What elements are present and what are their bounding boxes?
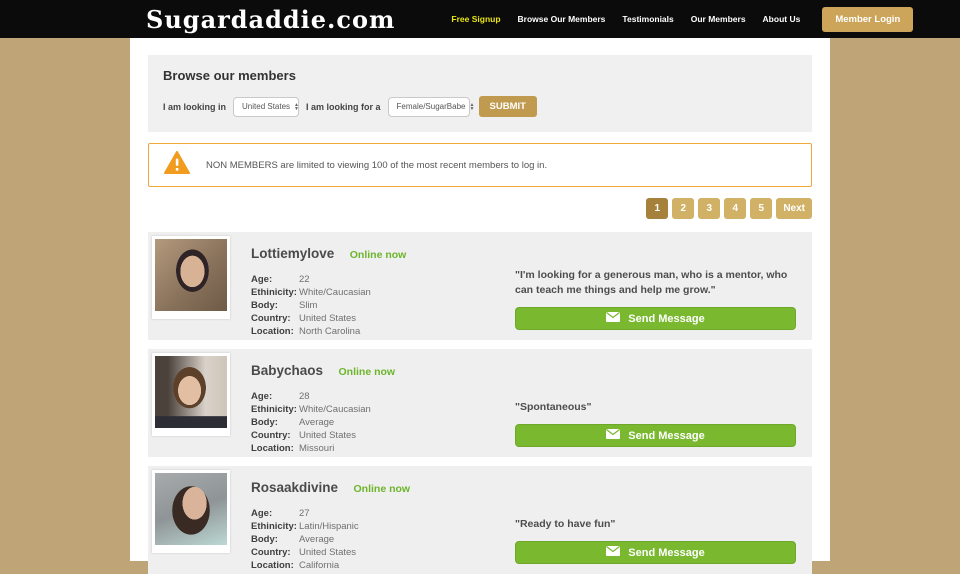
detail-value: United States (299, 429, 356, 442)
next-page-button[interactable]: Next (776, 198, 812, 219)
detail-label: Age: (251, 390, 299, 403)
member-login-button[interactable]: Member Login (822, 7, 913, 32)
detail-label: Age: (251, 507, 299, 520)
online-status: Online now (338, 366, 395, 378)
detail-value: United States (299, 312, 356, 325)
submit-button[interactable]: SUBMIT (479, 96, 537, 117)
page: Sugardaddie.com Free Signup Browse Our M… (0, 0, 960, 561)
page-button-2[interactable]: 2 (672, 198, 694, 219)
nav-browse-our-members[interactable]: Browse Our Members (518, 14, 606, 24)
main-nav: Free Signup Browse Our Members Testimoni… (451, 14, 800, 24)
pagination: 1 2 3 4 5 Next (148, 198, 812, 219)
warning-icon (164, 151, 190, 180)
detail-value: Latin/Hispanic (299, 520, 359, 533)
detail-label: Country: (251, 546, 299, 559)
detail-value: North Carolina (299, 325, 360, 338)
looking-for-label: I am looking for a (306, 102, 381, 112)
detail-value: Average (299, 533, 334, 546)
detail-label: Ethinicity: (251, 520, 299, 533)
member-name[interactable]: Babychaos (251, 363, 323, 378)
member-name[interactable]: Lottiemylove (251, 246, 334, 261)
detail-label: Country: (251, 312, 299, 325)
page-button-1[interactable]: 1 (646, 198, 668, 219)
detail-value: 22 (299, 273, 310, 286)
member-quote: "I'm looking for a generous man, who is … (515, 264, 796, 298)
nav-testimonials[interactable]: Testimonials (622, 14, 673, 24)
detail-value: Slim (299, 299, 317, 312)
main-content: Browse our members I am looking in Unite… (130, 38, 830, 561)
member-photo[interactable] (152, 353, 230, 436)
page-button-4[interactable]: 4 (724, 198, 746, 219)
member-quote: "Spontaneous" (515, 381, 796, 415)
online-status: Online now (350, 249, 407, 261)
detail-label: Ethinicity: (251, 403, 299, 416)
browse-filter-panel: Browse our members I am looking in Unite… (148, 55, 812, 132)
detail-value: White/Caucasian (299, 403, 371, 416)
non-members-notice: NON MEMBERS are limited to viewing 100 o… (148, 143, 812, 187)
select-stepper-icon: ▲▼ (469, 103, 474, 111)
member-card: Lottiemylove Online now Age:22 Ethinicit… (148, 232, 812, 340)
member-card: Rosaakdivine Online now Age:27 Ethinicit… (148, 466, 812, 574)
detail-value: 27 (299, 507, 310, 520)
looking-for-select[interactable]: Female/SugarBabe ▲▼ (388, 97, 470, 117)
detail-label: Country: (251, 429, 299, 442)
detail-value: United States (299, 546, 356, 559)
nav-free-signup[interactable]: Free Signup (451, 14, 500, 24)
envelope-icon (606, 312, 620, 325)
detail-value: 28 (299, 390, 310, 403)
detail-label: Ethinicity: (251, 286, 299, 299)
looking-for-selected-value: Female/SugarBabe (397, 102, 466, 111)
envelope-icon (606, 429, 620, 442)
looking-in-label: I am looking in (163, 102, 226, 112)
member-quote: "Ready to have fun" (515, 498, 796, 532)
detail-label: Location: (251, 325, 299, 338)
member-photo[interactable] (152, 236, 230, 319)
member-photo[interactable] (152, 470, 230, 553)
top-header: Sugardaddie.com Free Signup Browse Our M… (0, 0, 960, 38)
detail-value: White/Caucasian (299, 286, 371, 299)
send-message-button[interactable]: Send Message (515, 307, 796, 330)
detail-label: Body: (251, 299, 299, 312)
looking-in-selected-value: United States (242, 102, 290, 111)
nav-about-us[interactable]: About Us (763, 14, 801, 24)
page-title: Browse our members (163, 68, 797, 83)
select-stepper-icon: ▲▼ (294, 103, 299, 111)
member-name[interactable]: Rosaakdivine (251, 480, 338, 495)
detail-label: Body: (251, 533, 299, 546)
detail-value: Missouri (299, 442, 334, 455)
detail-label: Location: (251, 442, 299, 455)
detail-label: Age: (251, 273, 299, 286)
send-message-button[interactable]: Send Message (515, 424, 796, 447)
looking-in-select[interactable]: United States ▲▼ (233, 97, 299, 117)
member-card: Babychaos Online now Age:28 Ethinicity:W… (148, 349, 812, 457)
nav-our-members[interactable]: Our Members (691, 14, 746, 24)
notice-text: NON MEMBERS are limited to viewing 100 o… (206, 160, 547, 171)
site-logo[interactable]: Sugardaddie.com (146, 5, 395, 34)
online-status: Online now (354, 483, 411, 495)
envelope-icon (606, 546, 620, 559)
page-button-5[interactable]: 5 (750, 198, 772, 219)
page-button-3[interactable]: 3 (698, 198, 720, 219)
detail-value: Average (299, 416, 334, 429)
detail-label: Body: (251, 416, 299, 429)
